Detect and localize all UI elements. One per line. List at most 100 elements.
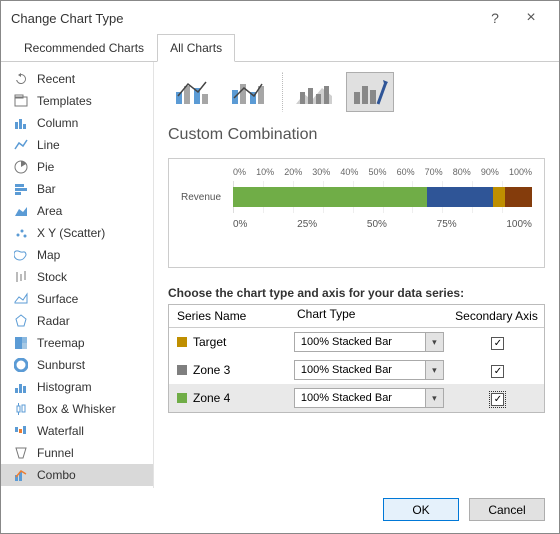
sidebar-item-funnel[interactable]: Funnel — [1, 442, 153, 464]
chart-type-dropdown[interactable]: 100% Stacked Bar▾ — [294, 388, 444, 408]
dropdown-value: 100% Stacked Bar — [295, 392, 425, 404]
subtype-clustered-column-line-secondary[interactable] — [224, 72, 272, 112]
subtype-custom-combination[interactable] — [346, 72, 394, 112]
sidebar-item-templates[interactable]: Templates — [1, 90, 153, 112]
series-row[interactable]: Target100% Stacked Bar▾✓ — [169, 328, 544, 356]
sidebar-item-label: Map — [37, 248, 60, 262]
xy-icon — [13, 225, 29, 241]
tick-label: 10% — [256, 167, 274, 177]
series-name-label: Zone 3 — [193, 363, 230, 377]
sidebar-item-treemap[interactable]: Treemap — [1, 332, 153, 354]
col-series-name: Series Name — [169, 305, 289, 327]
series-row[interactable]: Zone 3 100% Stacked Bar▾ ✓ — [169, 356, 544, 384]
sidebar-item-label: Column — [37, 116, 78, 130]
line-icon — [13, 137, 29, 153]
series-swatch — [177, 393, 187, 403]
tab-recommended[interactable]: Recommended Charts — [11, 34, 157, 62]
tick-label: 30% — [312, 167, 330, 177]
titlebar: Change Chart Type ? × — [1, 1, 559, 33]
ok-button[interactable]: OK — [383, 498, 459, 521]
cancel-button[interactable]: Cancel — [469, 498, 545, 521]
sidebar-item-surface[interactable]: Surface — [1, 288, 153, 310]
sidebar-item-label: Waterfall — [37, 424, 84, 438]
combo-icon-1 — [174, 78, 210, 106]
sidebar-item-histogram[interactable]: Histogram — [1, 376, 153, 398]
tick-label: 40% — [340, 167, 358, 177]
sidebar-item-column[interactable]: Column — [1, 112, 153, 134]
series-name-label: Zone 4 — [193, 391, 230, 405]
sidebar-item-xy[interactable]: X Y (Scatter) — [1, 222, 153, 244]
chart-type-dropdown[interactable]: 100% Stacked Bar▾ — [294, 360, 444, 380]
tick-label: 90% — [481, 167, 499, 177]
radar-icon — [13, 313, 29, 329]
treemap-icon — [13, 335, 29, 351]
sidebar-item-label: Templates — [37, 94, 92, 108]
sidebar-item-label: Funnel — [37, 446, 74, 460]
series-swatch — [177, 337, 187, 347]
stock-icon — [13, 269, 29, 285]
sidebar-item-radar[interactable]: Radar — [1, 310, 153, 332]
sidebar-item-label: Sunburst — [37, 358, 85, 372]
area-icon — [13, 203, 29, 219]
sidebar-item-area[interactable]: Area — [1, 200, 153, 222]
subtype-heading: Custom Combination — [168, 126, 545, 144]
tick-label: 100% — [506, 219, 532, 230]
sidebar-item-stock[interactable]: Stock — [1, 266, 153, 288]
chart-type-dropdown[interactable]: 100% Stacked Bar▾ — [294, 332, 444, 352]
funnel-icon — [13, 445, 29, 461]
tick-label: 0% — [233, 167, 246, 177]
secondary-axis-checkbox[interactable]: ✓ — [491, 337, 504, 350]
sidebar-item-label: X Y (Scatter) — [37, 226, 105, 240]
chevron-down-icon: ▾ — [425, 389, 443, 407]
sidebar-item-map[interactable]: Map — [1, 244, 153, 266]
templates-icon — [13, 93, 29, 109]
histogram-icon — [13, 379, 29, 395]
sidebar-item-combo[interactable]: Combo — [1, 464, 153, 486]
sidebar-item-pie[interactable]: Pie — [1, 156, 153, 178]
sidebar-item-line[interactable]: Line — [1, 134, 153, 156]
waterfall-icon — [13, 423, 29, 439]
sidebar-item-label: Histogram — [37, 380, 92, 394]
surface-icon — [13, 291, 29, 307]
series-instructions: Choose the chart type and axis for your … — [168, 286, 545, 300]
bar-segment — [427, 187, 493, 207]
combo-subtypes — [168, 72, 545, 118]
sidebar-item-recent[interactable]: Recent — [1, 68, 153, 90]
subtype-stacked-area-column[interactable] — [282, 72, 338, 112]
bar-segment — [233, 187, 427, 207]
close-button[interactable]: × — [513, 9, 549, 27]
tick-label: 70% — [425, 167, 443, 177]
pie-icon — [13, 159, 29, 175]
tick-label: 100% — [509, 167, 532, 177]
help-button[interactable]: ? — [477, 10, 513, 26]
chevron-down-icon: ▾ — [425, 333, 443, 351]
column-icon — [13, 115, 29, 131]
tick-label: 0% — [233, 219, 247, 230]
tick-label: 25% — [297, 219, 317, 230]
series-swatch — [177, 365, 187, 375]
combo-icon-2 — [230, 78, 266, 106]
sidebar-item-label: Bar — [37, 182, 56, 196]
sidebar-item-waterfall[interactable]: Waterfall — [1, 420, 153, 442]
window-title: Change Chart Type — [11, 11, 477, 26]
combo-icon-3 — [296, 78, 332, 106]
sidebar-item-label: Stock — [37, 270, 67, 284]
col-secondary-axis: Secondary Axis — [449, 305, 544, 327]
sidebar-item-label: Pie — [37, 160, 54, 174]
map-icon — [13, 247, 29, 263]
series-row[interactable]: Zone 4 100% Stacked Bar▾ ✓ — [169, 384, 544, 412]
col-chart-type: Chart Type — [289, 305, 449, 327]
sidebar-item-boxwhisker[interactable]: Box & Whisker — [1, 398, 153, 420]
sidebar-item-sunburst[interactable]: Sunburst — [1, 354, 153, 376]
subtype-clustered-column-line[interactable] — [168, 72, 216, 112]
secondary-axis-checkbox[interactable]: ✓ — [491, 393, 504, 406]
preview-bar — [233, 181, 532, 213]
sidebar-item-label: Surface — [37, 292, 78, 306]
chart-preview[interactable]: 0%10%20%30%40%50%60%70%80%90%100% Revenu… — [168, 158, 545, 268]
tab-all-charts[interactable]: All Charts — [157, 34, 235, 62]
sidebar-item-label: Recent — [37, 72, 75, 86]
sidebar-item-bar[interactable]: Bar — [1, 178, 153, 200]
series-table: Series Name Chart Type Secondary Axis Ta… — [168, 304, 545, 413]
sidebar-item-label: Treemap — [37, 336, 85, 350]
secondary-axis-checkbox[interactable]: ✓ — [491, 365, 504, 378]
